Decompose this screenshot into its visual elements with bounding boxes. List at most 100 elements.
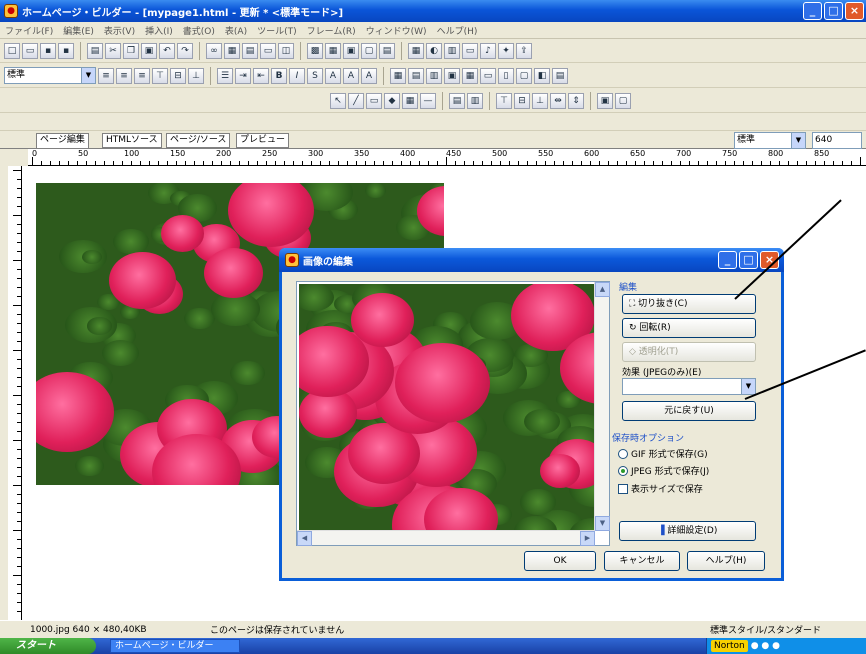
align-top-icon[interactable]: ⊤ bbox=[496, 92, 512, 109]
grid-icon[interactable]: ▦ bbox=[325, 42, 341, 59]
paste-icon[interactable]: ▣ bbox=[141, 42, 157, 59]
undo-icon[interactable]: ↶ bbox=[159, 42, 175, 59]
draw-image-icon[interactable]: ▦ bbox=[402, 92, 418, 109]
menu-window[interactable]: ウィンドウ(W) bbox=[361, 24, 432, 37]
table-cell-icon[interactable]: ▦ bbox=[390, 67, 406, 84]
distribute-icon[interactable]: ⇹ bbox=[550, 92, 566, 109]
scroll-down-icon[interactable]: ▼ bbox=[595, 516, 610, 531]
valign-top-icon[interactable]: ⊤ bbox=[152, 67, 168, 84]
radio-jpeg-circle[interactable] bbox=[618, 465, 628, 476]
ok-button[interactable]: OK bbox=[524, 551, 596, 571]
strike-icon[interactable]: S bbox=[307, 67, 323, 84]
row-delete-icon[interactable]: ▭ bbox=[480, 67, 496, 84]
radio-jpeg[interactable]: JPEG 形式で保存(J) bbox=[618, 464, 709, 477]
radio-gif-circle[interactable] bbox=[618, 448, 628, 459]
menu-file[interactable]: ファイル(F) bbox=[0, 24, 58, 37]
align-right-icon[interactable]: ≡ bbox=[134, 67, 150, 84]
arrange-icon[interactable]: ▥ bbox=[467, 92, 483, 109]
transparent-button[interactable]: ◇ 透明化(T) bbox=[622, 342, 756, 362]
cell-merge-icon[interactable]: ▣ bbox=[444, 67, 460, 84]
upload-icon[interactable]: ⇪ bbox=[516, 42, 532, 59]
col-insert-icon[interactable]: ▥ bbox=[426, 67, 442, 84]
vertical-scrollbar[interactable]: ▲ ▼ bbox=[594, 282, 610, 531]
save-all-icon[interactable]: ▪ bbox=[58, 42, 74, 59]
paragraph-style-combo[interactable]: 標準 ▼ bbox=[4, 67, 96, 84]
chevron-down-icon[interactable]: ▼ bbox=[81, 68, 95, 83]
tab-preview[interactable]: プレビュー bbox=[236, 133, 290, 148]
save-icon[interactable]: ▪ bbox=[40, 42, 56, 59]
color-icon[interactable]: ◐ bbox=[426, 42, 442, 59]
scroll-up-icon[interactable]: ▲ bbox=[595, 282, 610, 297]
table-icon[interactable]: ▤ bbox=[242, 42, 258, 59]
indent-icon[interactable]: ⇥ bbox=[235, 67, 251, 84]
rotate-button[interactable]: ↻ 回転(R) bbox=[622, 318, 756, 338]
scroll-left-icon[interactable]: ◀ bbox=[297, 531, 312, 546]
taskbar-app-button[interactable]: ホームページ・ビルダー bbox=[110, 639, 240, 653]
font-size-up-icon[interactable]: A bbox=[325, 67, 341, 84]
cancel-button[interactable]: キャンセル bbox=[604, 551, 680, 571]
tab-html-source[interactable]: HTMLソース bbox=[102, 133, 162, 148]
layer-icon[interactable]: ▤ bbox=[449, 92, 465, 109]
form-icon[interactable]: ▭ bbox=[260, 42, 276, 59]
checkbox-display-size[interactable]: 表示サイズで保存 bbox=[618, 482, 703, 495]
start-button[interactable]: スタート bbox=[0, 638, 96, 654]
detail-settings-button[interactable]: ▐ 詳細設定(D) bbox=[619, 521, 756, 541]
menu-table[interactable]: 表(A) bbox=[220, 24, 252, 37]
checkbox-display-size-box[interactable] bbox=[618, 483, 628, 494]
table-insert-icon[interactable]: ▥ bbox=[444, 42, 460, 59]
draw-line-icon[interactable]: ╱ bbox=[348, 92, 364, 109]
bold-icon[interactable]: B bbox=[271, 67, 287, 84]
form-insert-icon[interactable]: ▭ bbox=[462, 42, 478, 59]
dialog-minimize-icon[interactable]: _ bbox=[718, 251, 737, 269]
link-icon[interactable]: ∞ bbox=[206, 42, 222, 59]
menu-edit[interactable]: 編集(E) bbox=[58, 24, 99, 37]
list-icon[interactable]: ☰ bbox=[217, 67, 233, 84]
minimize-icon[interactable]: _ bbox=[803, 2, 822, 20]
align-bottom-icon[interactable]: ⊥ bbox=[532, 92, 548, 109]
close-icon[interactable]: × bbox=[845, 2, 864, 20]
restore-button[interactable]: 元に戻す(U) bbox=[622, 401, 756, 421]
italic-icon[interactable]: I bbox=[289, 67, 305, 84]
cell-split-icon[interactable]: ▦ bbox=[462, 67, 478, 84]
scroll-right-icon[interactable]: ▶ bbox=[580, 531, 595, 546]
chevron-down-icon[interactable]: ▼ bbox=[741, 379, 755, 394]
draw-shape-icon[interactable]: ◆ bbox=[384, 92, 400, 109]
menu-tools[interactable]: ツール(T) bbox=[252, 24, 302, 37]
help-button[interactable]: ヘルプ(H) bbox=[687, 551, 765, 571]
group-icon[interactable]: ▣ bbox=[597, 92, 613, 109]
preview-icon[interactable]: ◫ bbox=[278, 42, 294, 59]
open-icon[interactable]: ▭ bbox=[22, 42, 38, 59]
copy-icon[interactable]: ❐ bbox=[123, 42, 139, 59]
maximize-icon[interactable]: □ bbox=[824, 2, 843, 20]
cell-color-icon[interactable]: ◧ bbox=[534, 67, 550, 84]
effect-combo[interactable]: ▼ bbox=[622, 378, 756, 395]
horizontal-scrollbar[interactable]: ◀ ▶ bbox=[297, 530, 595, 546]
same-size-icon[interactable]: ⇕ bbox=[568, 92, 584, 109]
align-middle-icon[interactable]: ⊟ bbox=[514, 92, 530, 109]
draw-rect-icon[interactable]: ▭ bbox=[366, 92, 382, 109]
font-size-down-icon[interactable]: A bbox=[343, 67, 359, 84]
new-icon[interactable]: □ bbox=[4, 42, 20, 59]
draw-rule-icon[interactable]: — bbox=[420, 92, 436, 109]
zoom-combo[interactable]: 標準 ▼ bbox=[734, 132, 806, 149]
title-icon[interactable]: ▤ bbox=[379, 42, 395, 59]
norton-icon[interactable]: Norton bbox=[711, 640, 748, 652]
font-color-icon[interactable]: A bbox=[361, 67, 377, 84]
menu-frame[interactable]: フレーム(R) bbox=[302, 24, 361, 37]
table-props-icon[interactable]: ▤ bbox=[552, 67, 568, 84]
outdent-icon[interactable]: ⇤ bbox=[253, 67, 269, 84]
print-icon[interactable]: ▤ bbox=[87, 42, 103, 59]
page-width-field[interactable]: 640 bbox=[812, 132, 862, 149]
tab-page-source[interactable]: ページ/ソース bbox=[166, 133, 231, 148]
redo-icon[interactable]: ↷ bbox=[177, 42, 193, 59]
frame-icon[interactable]: ▣ bbox=[343, 42, 359, 59]
layout-icon[interactable]: ▩ bbox=[307, 42, 323, 59]
webart-icon[interactable]: ✦ bbox=[498, 42, 514, 59]
cut-icon[interactable]: ✂ bbox=[105, 42, 121, 59]
menu-view[interactable]: 表示(V) bbox=[99, 24, 140, 37]
media-icon[interactable]: ♪ bbox=[480, 42, 496, 59]
align-left-icon[interactable]: ≡ bbox=[98, 67, 114, 84]
menu-help[interactable]: ヘルプ(H) bbox=[432, 24, 483, 37]
align-center-icon[interactable]: ≡ bbox=[116, 67, 132, 84]
background-icon[interactable]: ▦ bbox=[408, 42, 424, 59]
